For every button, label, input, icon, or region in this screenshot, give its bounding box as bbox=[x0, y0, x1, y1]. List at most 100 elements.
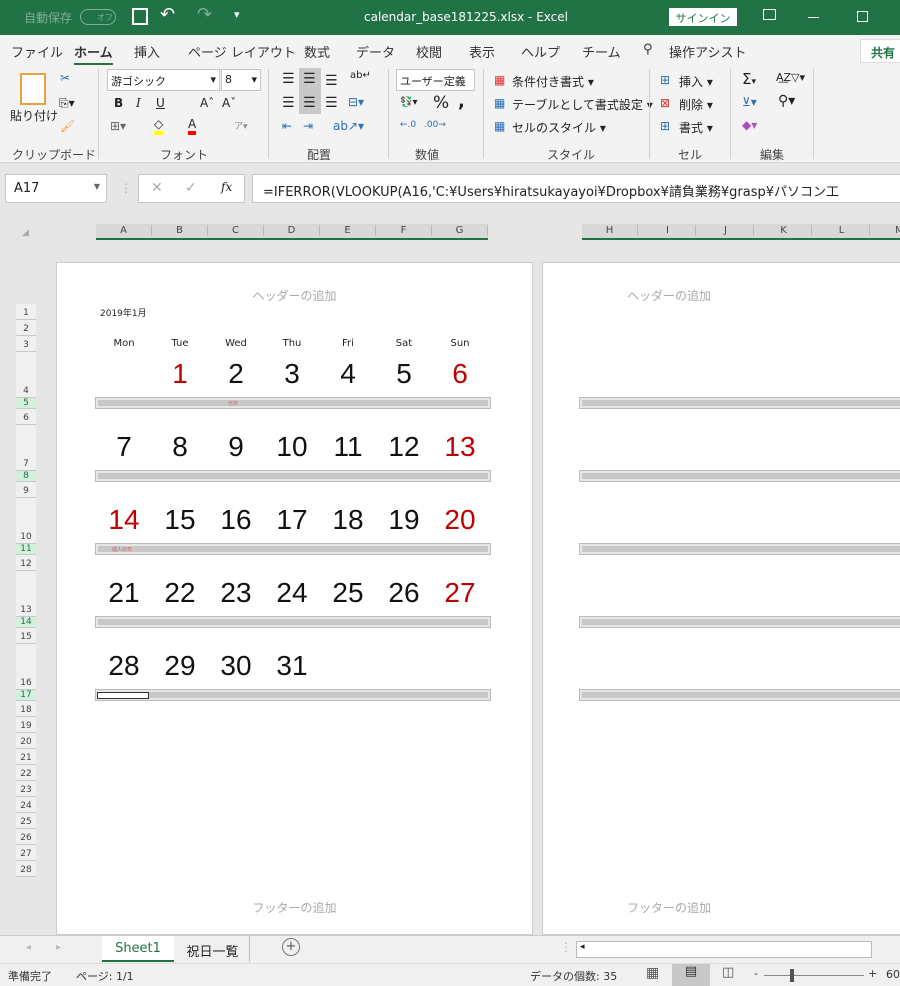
percent-button[interactable]: % bbox=[433, 93, 449, 113]
row-header[interactable]: 18 bbox=[16, 701, 36, 717]
zoom-level[interactable]: 60 bbox=[886, 968, 900, 981]
align-middle-icon[interactable]: ☰ bbox=[303, 71, 316, 87]
row-header[interactable]: 27 bbox=[16, 845, 36, 861]
orientation-icon[interactable]: ab↗▾ bbox=[333, 119, 364, 133]
phonetic-icon[interactable]: ア▾ bbox=[234, 119, 248, 132]
column-header[interactable]: A bbox=[96, 225, 152, 236]
insert-cells-button[interactable]: 挿入 ▾ bbox=[679, 73, 713, 90]
fill-color-icon[interactable]: ◇ bbox=[154, 117, 164, 135]
row-header[interactable]: 24 bbox=[16, 797, 36, 813]
row-header[interactable]: 20 bbox=[16, 733, 36, 749]
column-header[interactable]: I bbox=[640, 225, 696, 236]
zoom-out-button[interactable]: - bbox=[754, 967, 758, 980]
clear-icon[interactable]: ◆▾ bbox=[742, 118, 757, 132]
cut-icon[interactable]: ✂ bbox=[60, 71, 70, 85]
bold-button[interactable]: B bbox=[114, 96, 123, 110]
delete-cells-button[interactable]: 削除 ▾ bbox=[679, 96, 713, 113]
decrease-indent-icon[interactable]: ⇤ bbox=[282, 119, 292, 133]
header-placeholder[interactable]: ヘッダーの追加 bbox=[57, 287, 532, 304]
number-format-select[interactable]: ユーザー定義 bbox=[396, 69, 475, 91]
name-box[interactable]: A17 ▼ bbox=[5, 174, 107, 203]
footer-placeholder[interactable]: フッターの追加 bbox=[485, 899, 853, 916]
comma-button[interactable]: , bbox=[458, 91, 465, 112]
merge-center-icon[interactable]: ⊟▾ bbox=[348, 95, 364, 109]
row-header[interactable]: 26 bbox=[16, 829, 36, 845]
search-icon[interactable]: ⚲ bbox=[643, 42, 653, 57]
decrease-decimal-icon[interactable]: .00→ bbox=[424, 120, 446, 130]
maximize-button[interactable] bbox=[857, 11, 868, 22]
row-header[interactable]: 8 bbox=[16, 471, 36, 482]
row-header[interactable]: 21 bbox=[16, 749, 36, 765]
scroll-right-icon[interactable]: ▸ bbox=[56, 942, 61, 953]
header-placeholder[interactable]: ヘッダーの追加 bbox=[485, 287, 853, 304]
format-painter-icon[interactable]: 🖌 bbox=[60, 119, 75, 133]
column-header[interactable]: L bbox=[814, 225, 870, 236]
page-break-view-icon[interactable]: ◫ bbox=[722, 965, 734, 980]
customize-qat-icon[interactable]: ▾ bbox=[234, 8, 240, 21]
tab-formulas[interactable]: 数式 bbox=[304, 42, 330, 61]
add-sheet-button[interactable]: + bbox=[282, 938, 300, 956]
row-header[interactable]: 15 bbox=[16, 628, 36, 644]
column-header[interactable]: M bbox=[872, 225, 900, 236]
format-as-table-button[interactable]: テーブルとして書式設定 ▾ bbox=[512, 96, 653, 113]
zoom-in-button[interactable]: + bbox=[868, 967, 877, 980]
select-all-button[interactable]: ◢ bbox=[22, 228, 29, 238]
minimize-button[interactable] bbox=[808, 17, 819, 18]
redo-icon[interactable]: ↷ bbox=[197, 4, 212, 25]
enter-icon[interactable]: ✓ bbox=[185, 180, 197, 196]
tab-view[interactable]: 表示 bbox=[469, 42, 495, 61]
scroll-left-icon[interactable]: ◂ bbox=[26, 942, 31, 953]
tab-review[interactable]: 校閲 bbox=[416, 42, 442, 61]
row-header[interactable]: 14 bbox=[16, 617, 36, 628]
zoom-slider-thumb[interactable] bbox=[790, 969, 794, 982]
row-header[interactable]: 9 bbox=[16, 482, 36, 498]
save-icon[interactable] bbox=[132, 8, 148, 25]
align-right-icon[interactable]: ☰ bbox=[325, 95, 338, 111]
column-header[interactable]: J bbox=[698, 225, 754, 236]
row-header[interactable]: 4 bbox=[16, 352, 36, 398]
row-header[interactable]: 2 bbox=[16, 320, 36, 336]
row-header[interactable]: 23 bbox=[16, 781, 36, 797]
column-header[interactable]: D bbox=[264, 225, 320, 236]
column-header[interactable]: E bbox=[320, 225, 376, 236]
insert-function-button[interactable]: fx bbox=[221, 180, 232, 194]
align-center-icon[interactable]: ☰ bbox=[303, 95, 316, 111]
sheet-tab-holidays[interactable]: 祝日一覧 bbox=[176, 936, 250, 962]
increase-decimal-icon[interactable]: ←.0 bbox=[400, 120, 416, 130]
tab-data[interactable]: データ bbox=[356, 42, 395, 61]
zoom-slider[interactable] bbox=[764, 975, 864, 976]
font-size-select[interactable]: 8 ▾ bbox=[221, 69, 261, 91]
row-header[interactable]: 5 bbox=[16, 398, 36, 409]
column-header[interactable]: H bbox=[582, 225, 638, 236]
row-header[interactable]: 28 bbox=[16, 861, 36, 877]
column-header[interactable]: B bbox=[152, 225, 208, 236]
align-top-icon[interactable]: ☰ bbox=[282, 71, 295, 87]
horizontal-scrollbar[interactable]: ◂ bbox=[576, 941, 872, 958]
row-header[interactable]: 11 bbox=[16, 544, 36, 555]
sheet-tab-sheet1[interactable]: Sheet1 bbox=[102, 936, 174, 962]
row-header[interactable]: 16 bbox=[16, 644, 36, 690]
font-color-icon[interactable]: A bbox=[188, 117, 197, 135]
paste-icon[interactable] bbox=[20, 73, 46, 105]
wrap-text-icon[interactable]: ab↵ bbox=[350, 70, 371, 81]
column-header[interactable]: G bbox=[432, 225, 488, 236]
font-name-select[interactable]: 游ゴシック ▾ bbox=[107, 69, 220, 91]
row-header[interactable]: 25 bbox=[16, 813, 36, 829]
ribbon-display-icon[interactable] bbox=[763, 9, 776, 20]
row-header[interactable]: 6 bbox=[16, 409, 36, 425]
tab-page-layout[interactable]: ページ レイアウト bbox=[188, 42, 296, 61]
autosave-toggle[interactable]: オフ bbox=[80, 9, 116, 25]
page-layout-view-icon[interactable]: ▤ bbox=[672, 964, 710, 986]
cell-styles-button[interactable]: セルのスタイル ▾ bbox=[512, 119, 606, 136]
row-header[interactable]: 3 bbox=[16, 336, 36, 352]
column-header[interactable]: C bbox=[208, 225, 264, 236]
decrease-font-icon[interactable]: Aˇ bbox=[222, 96, 236, 110]
tell-me-input[interactable]: 操作アシスト bbox=[669, 42, 746, 61]
column-header[interactable]: K bbox=[756, 225, 812, 236]
fill-icon[interactable]: ⊻▾ bbox=[742, 95, 757, 109]
tab-help[interactable]: ヘルプ bbox=[521, 42, 560, 61]
signin-button[interactable]: サインイン bbox=[669, 8, 737, 26]
borders-icon[interactable]: ⊞▾ bbox=[110, 119, 126, 133]
column-header[interactable]: F bbox=[376, 225, 432, 236]
italic-button[interactable]: I bbox=[136, 96, 141, 110]
